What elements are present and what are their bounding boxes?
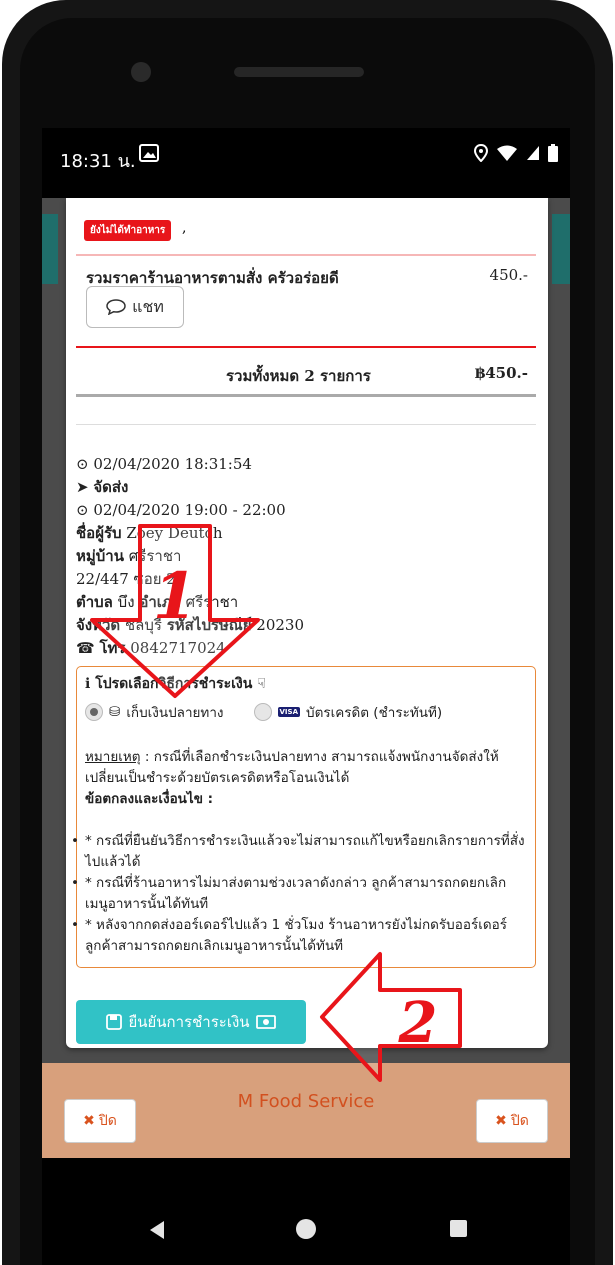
cash-icon: ⛁ bbox=[109, 704, 121, 720]
header-strip-right bbox=[552, 214, 570, 284]
village-row: หมู่บ้าน ศรีราชา bbox=[76, 545, 536, 568]
save-icon bbox=[106, 1014, 123, 1030]
close-button-right[interactable]: ✖ ปิด bbox=[476, 1099, 548, 1143]
phone-label: โทร bbox=[99, 639, 126, 657]
terms-list: * กรณีที่ยืนยันวิธีการชำระเงินแล้วจะไม่ส… bbox=[71, 831, 528, 957]
subdistrict-label: ตำบล bbox=[76, 593, 113, 611]
home-icon[interactable] bbox=[296, 1219, 316, 1239]
note-label: หมายเหตุ bbox=[85, 749, 141, 765]
order-datetime: 02/04/2020 18:31:54 bbox=[93, 455, 252, 473]
order-datetime-row: ⊙ 02/04/2020 18:31:54 bbox=[76, 453, 536, 476]
phone-value: 0842717024 bbox=[130, 639, 226, 657]
status-time: 18:31 น. bbox=[60, 151, 136, 172]
chat-bubble-icon bbox=[106, 299, 126, 315]
province-label: จังหวัด bbox=[76, 616, 121, 634]
back-icon[interactable] bbox=[150, 1221, 164, 1239]
close-label: ปิด bbox=[98, 1113, 117, 1129]
grand-total-value: ฿450.- bbox=[474, 364, 528, 382]
option-card-label[interactable]: บัตรเครดิต (ชำระทันที) bbox=[306, 701, 442, 723]
divider-light bbox=[76, 424, 536, 425]
wifi-icon bbox=[497, 145, 517, 161]
district-label: อำเภอ bbox=[139, 593, 181, 611]
chat-button-label: แชท bbox=[132, 296, 164, 316]
close-icon: ✖ bbox=[495, 1113, 507, 1129]
payment-note: หมายเหตุ : กรณีที่เลือกชำระเงินปลายทาง ส… bbox=[85, 747, 530, 810]
subdistrict-value: บึง bbox=[117, 593, 135, 611]
village-label: หมู่บ้าน bbox=[76, 547, 124, 565]
phone-row: ☎ โทร 0842717024 bbox=[76, 637, 536, 660]
close-icon: ✖ bbox=[83, 1113, 95, 1129]
earpiece-speaker bbox=[234, 67, 364, 77]
front-camera bbox=[131, 62, 151, 82]
district-row: ตำบล บึง อำเภอ ศรีราชา bbox=[76, 591, 536, 614]
close-button-left[interactable]: ✖ ปิด bbox=[64, 1099, 136, 1143]
restaurant-total-value: 450.- bbox=[489, 266, 528, 284]
order-summary-card: ยังไม่ได้ทำอาหาร , รวมราคาร้านอาหารตามสั… bbox=[66, 198, 548, 1048]
close-label: ปิด bbox=[510, 1113, 529, 1129]
province-value: ชลบุรี bbox=[124, 616, 162, 634]
status-bar: 18:31 น. bbox=[42, 128, 570, 198]
delivery-row: ➤ จัดส่ง bbox=[76, 476, 536, 499]
status-badge: ยังไม่ได้ทำอาหาร bbox=[84, 220, 172, 241]
village-value: ศรีราชา bbox=[128, 547, 182, 565]
status-icons bbox=[474, 144, 558, 162]
terms-item: * กรณีที่ยืนยันวิธีการชำระเงินแล้วจะไม่ส… bbox=[71, 831, 528, 873]
payment-title: ℹ โปรดเลือกวิธีการชำระเงิน ☟ bbox=[85, 673, 266, 695]
delivery-window: 02/04/2020 19:00 - 22:00 bbox=[93, 501, 286, 519]
payment-method-box: ℹ โปรดเลือกวิธีการชำระเงิน ☟ ⛁ เก็บเงินป… bbox=[71, 666, 536, 968]
district-value: ศรีราชา bbox=[185, 593, 239, 611]
confirm-payment-button[interactable]: ยืนยันการชำระเงิน bbox=[76, 1000, 306, 1044]
send-icon: ➤ bbox=[76, 478, 89, 496]
footer-banner: M Food Service ✖ ปิด ✖ ปิด bbox=[42, 1063, 570, 1158]
payment-options: ⛁ เก็บเงินปลายทาง VISA บัตรเครดิต (ชำระท… bbox=[85, 701, 442, 723]
recent-apps-icon[interactable] bbox=[450, 1220, 467, 1237]
address-row: 22/447 ซอย 27 bbox=[76, 570, 186, 588]
badge-separator: , bbox=[182, 220, 187, 236]
receiver-label: ชื่อผู้รับ bbox=[76, 524, 122, 542]
clock-icon: ⊙ bbox=[76, 501, 89, 519]
delivery-window-row: ⊙ 02/04/2020 19:00 - 22:00 bbox=[76, 499, 536, 522]
option-cod-label[interactable]: เก็บเงินปลายทาง bbox=[126, 701, 223, 723]
divider bbox=[76, 254, 536, 256]
header-strip-left bbox=[42, 214, 58, 284]
hand-pointer-icon: ☟ bbox=[257, 676, 266, 692]
divider-gray bbox=[76, 394, 536, 397]
divider-red bbox=[76, 346, 536, 348]
receiver-name: Zoey Deutch bbox=[126, 524, 223, 542]
postcode-label: รหัสไปรษณีย์ bbox=[166, 616, 252, 634]
battery-icon bbox=[548, 144, 558, 162]
terms-item: * หลังจากกดส่งออร์เดอร์ไปแล้ว 1 ชั่วโมง … bbox=[71, 915, 528, 957]
phone-icon: ☎ bbox=[76, 639, 95, 657]
money-icon bbox=[255, 1015, 276, 1029]
payment-title-text: โปรดเลือกวิธีการชำระเงิน bbox=[95, 676, 253, 692]
info-icon: ℹ bbox=[85, 676, 91, 692]
chat-button[interactable]: แชท bbox=[86, 286, 184, 328]
phone-frame: 18:31 น. ยังไม่ได้ทำอาหาร , รวมราคาร้านอ… bbox=[0, 0, 615, 1265]
grand-total-label: รวมทั้งหมด 2 รายการ bbox=[226, 367, 371, 385]
confirm-button-label: ยืนยันการชำระเงิน bbox=[128, 1013, 250, 1031]
note-text: : กรณีที่เลือกชำระเงินปลายทาง สามารถแจ้ง… bbox=[85, 749, 499, 786]
screen-bottom bbox=[42, 1158, 570, 1193]
terms-title: ข้อตกลงและเงื่อนไข : bbox=[85, 791, 214, 807]
screen: 18:31 น. ยังไม่ได้ทำอาหาร , รวมราคาร้านอ… bbox=[42, 128, 570, 1193]
radio-credit-card[interactable] bbox=[253, 703, 272, 721]
cellular-signal-icon bbox=[527, 146, 539, 160]
receiver-row: ชื่อผู้รับ Zoey Deutch bbox=[76, 522, 536, 545]
radio-cod[interactable] bbox=[85, 703, 103, 721]
terms-item: * กรณีที่ร้านอาหารไม่มาส่งตามช่วงเวลาดัง… bbox=[71, 873, 528, 915]
location-icon bbox=[474, 144, 488, 162]
visa-icon: VISA bbox=[277, 707, 300, 717]
delivery-label: จัดส่ง bbox=[93, 478, 129, 496]
province-row: จังหวัด ชลบุรี รหัสไปรษณีย์ 20230 bbox=[76, 614, 536, 637]
delivery-details: ⊙ 02/04/2020 18:31:54 ➤ จัดส่ง ⊙ 02/04/2… bbox=[76, 453, 536, 660]
clock-icon: ⊙ bbox=[76, 455, 89, 473]
postcode-value: 20230 bbox=[256, 616, 305, 634]
gallery-notification-icon bbox=[139, 144, 159, 162]
navigation-bar bbox=[42, 1193, 570, 1265]
